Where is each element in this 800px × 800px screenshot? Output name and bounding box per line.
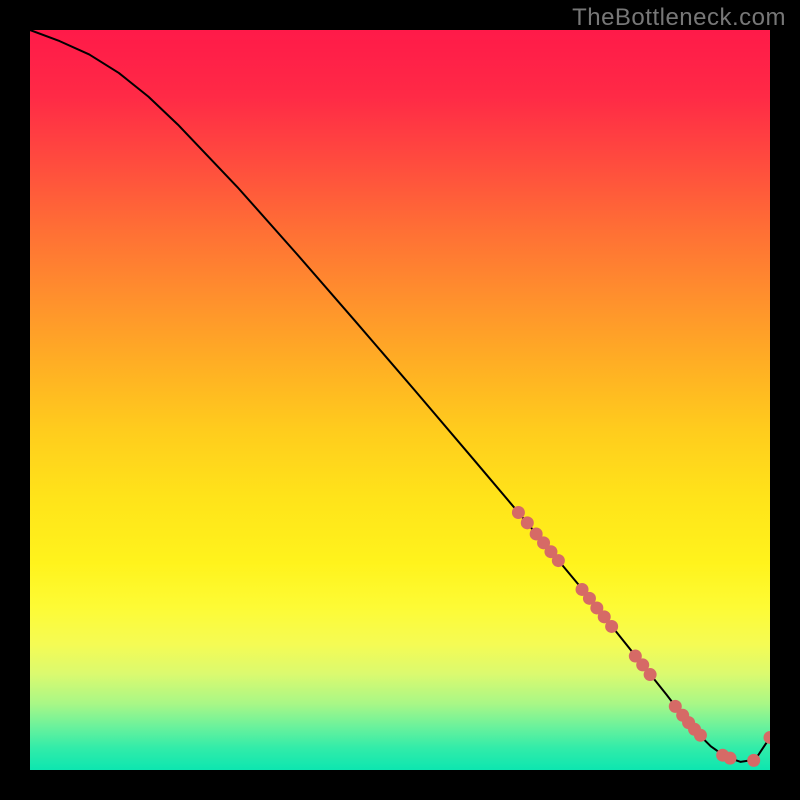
data-dot [747,754,760,767]
watermark-text: TheBottleneck.com [572,4,786,32]
data-dot [605,620,618,633]
data-dot [521,516,534,529]
data-dot [764,731,771,744]
data-dot [694,729,707,742]
chart-svg [30,30,770,770]
data-dot [552,554,565,567]
data-dot [724,752,737,765]
plot-area [30,30,770,770]
dot-group [512,506,770,767]
chart-stage: TheBottleneck.com [0,0,800,800]
data-dot [512,506,525,519]
data-dot [644,668,657,681]
curve-line [30,30,770,762]
